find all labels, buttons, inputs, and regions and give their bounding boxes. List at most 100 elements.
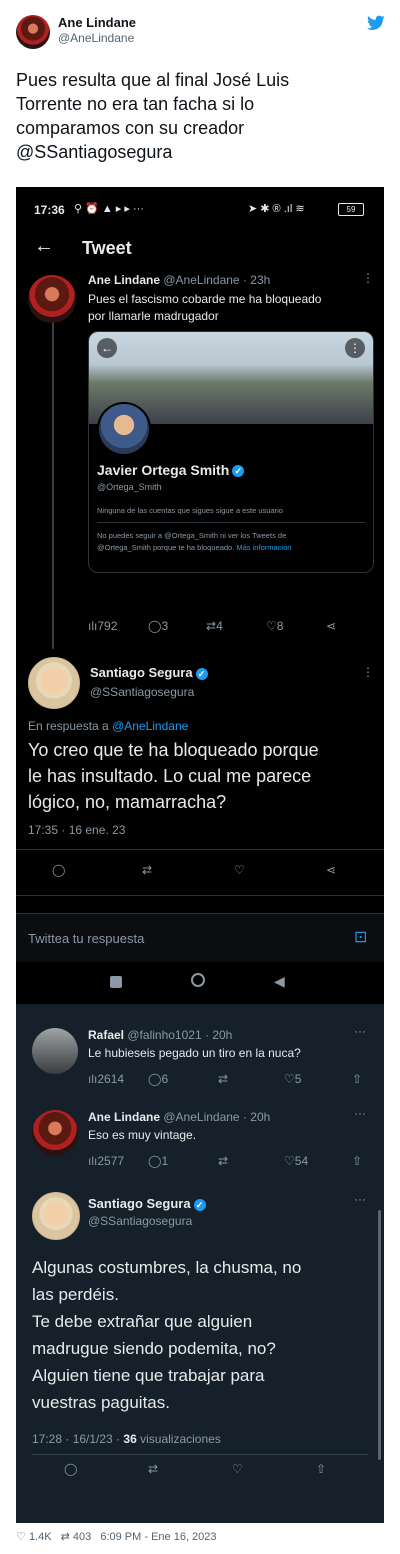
views-icon[interactable]: ılı 2614 <box>88 1072 124 1086</box>
blocked-notice: No puedes seguir a @Ortega_Smith ni ver … <box>97 530 291 554</box>
tweet-time: 20h <box>250 1110 271 1124</box>
author-handle[interactable]: @AneLindane <box>163 1110 239 1124</box>
back-arrow-icon[interactable]: ← <box>34 235 54 258</box>
tweet-header: Rafael @falinho1021 · 20h <box>88 1028 233 1042</box>
avatar[interactable] <box>97 402 151 456</box>
reply-prefix: En respuesta a <box>28 719 109 733</box>
more-info-link[interactable]: Más información <box>236 543 291 552</box>
profile-name: Javier Ortega Smith ✓ <box>97 462 245 478</box>
blocked-notice-line: @Ortega_Smith porque te ha bloqueado. <box>97 543 235 552</box>
share-icon[interactable]: ⇧ <box>352 1072 362 1086</box>
tweet-text-line: le has insultado. Lo cual me parece <box>28 766 312 786</box>
author-name-text: Santiago Segura <box>90 665 193 680</box>
tweet-actions: ılı 2614 ◯ 6 ⇄ ♡ 5 ⇧ <box>88 1072 378 1088</box>
more-options-icon[interactable]: ··· <box>354 1192 366 1206</box>
share-icon[interactable]: ⇧ <box>352 1154 362 1168</box>
retweet-icon[interactable]: ⇄ <box>61 1531 70 1543</box>
like-count: 5 <box>294 1072 302 1086</box>
retweet-icon[interactable]: ⇄ <box>142 863 152 877</box>
signal-icons: ➤ ✱ ® .ıl ≋ <box>248 203 305 215</box>
author-name[interactable]: Ane Lindane <box>88 1110 160 1124</box>
tweet-text-line: Pues el fascismo cobarde me ha bloqueado <box>88 292 322 306</box>
views-count: 2614 <box>97 1072 125 1086</box>
tweet-time: 20h <box>212 1028 233 1042</box>
tweet-actions: ◯ ⇄ ♡ ⇧ <box>64 1462 354 1480</box>
share-icon[interactable]: ⋖ <box>326 619 336 633</box>
divider <box>32 1454 368 1455</box>
tweet-header: Ane Lindane @AneLindane · 23h <box>88 273 271 287</box>
reply-count: 3 <box>161 619 169 633</box>
author-handle[interactable]: @falinho1021 <box>127 1028 201 1042</box>
tweet-text-line: Pues resulta que al final José Luis <box>16 70 290 90</box>
avatar[interactable] <box>32 1028 78 1074</box>
author-handle[interactable]: @AneLindane <box>58 31 134 45</box>
views-icon[interactable]: ılı 792 <box>88 619 117 633</box>
author-name[interactable]: Santiago Segura ✓ <box>88 1196 206 1211</box>
reply-icon[interactable]: ◯ 1 <box>148 1154 168 1168</box>
share-icon[interactable]: ⇧ <box>316 1462 326 1476</box>
like-icon[interactable]: ♡ <box>16 1531 26 1543</box>
like-icon[interactable]: ♡ 8 <box>266 619 283 633</box>
more-options-icon[interactable]: ⋮ <box>362 271 374 285</box>
reply-to-link[interactable]: @AneLindane <box>112 719 188 733</box>
camera-icon[interactable]: ⊡ <box>354 927 367 947</box>
recent-apps-icon[interactable] <box>110 976 122 988</box>
more-options-icon[interactable]: ··· <box>354 1024 366 1038</box>
retweet-icon[interactable]: ⇄ <box>148 1462 158 1476</box>
reply-icon[interactable]: ◯ <box>64 1462 77 1476</box>
like-count: 54 <box>294 1154 309 1168</box>
tweet-text-line: por llamarle madrugador <box>88 309 219 323</box>
tweet-text: Algunas costumbres, la chusma, no las pe… <box>32 1254 301 1416</box>
profile-card[interactable]: ← ⋮ Javier Ortega Smith ✓ @Ortega_Smith N… <box>88 331 374 573</box>
retweet-icon[interactable]: ⇄ <box>218 1072 228 1086</box>
author-handle[interactable]: @AneLindane <box>163 273 239 287</box>
author-handle[interactable]: @SSantiagosegura <box>90 685 194 699</box>
like-count: 8 <box>276 619 284 633</box>
author-name[interactable]: Santiago Segura ✓ <box>90 665 208 680</box>
tweet-timestamp: 17:35 · 16 ene. 23 <box>28 823 126 837</box>
reply-icon[interactable]: ◯ 3 <box>148 619 168 633</box>
timestamp-text: 17:28 · 16/1/23 · <box>32 1432 124 1446</box>
avatar[interactable] <box>16 15 50 49</box>
author-name-text: Santiago Segura <box>88 1196 191 1211</box>
reply-context: En respuesta a @AneLindane <box>28 719 188 733</box>
twitter-bird-icon[interactable] <box>367 15 385 31</box>
like-count: 1.4K <box>28 1531 52 1543</box>
tweet-header: Ane Lindane @AneLindane · 20h <box>88 1110 271 1124</box>
tweet-text-line: comparamos con su creador <box>16 118 245 138</box>
tweet-text-line: Te debe extrañar que alguien <box>32 1312 253 1331</box>
blocked-notice-line: No puedes seguir a @Ortega_Smith ni ver … <box>97 531 287 540</box>
author-name[interactable]: Ane Lindane <box>58 15 136 30</box>
avatar[interactable] <box>32 1110 78 1156</box>
retweet-icon[interactable]: ⇄ 4 <box>206 619 223 633</box>
author-name[interactable]: Ane Lindane <box>88 273 160 287</box>
like-icon[interactable]: ♡ 5 <box>284 1072 301 1086</box>
like-icon[interactable]: ♡ <box>234 863 245 877</box>
reply-input[interactable]: Twittea tu respuesta <box>28 931 144 946</box>
like-icon[interactable]: ♡ 54 <box>284 1154 308 1168</box>
author-handle[interactable]: @SSantiagosegura <box>88 1214 192 1228</box>
more-options-icon[interactable]: ⋮ <box>362 665 374 679</box>
tweet-text: Pues el fascismo cobarde me ha bloqueado… <box>88 291 321 325</box>
tweet-time: 6:09 PM - Ene 16, 2023 <box>100 1531 217 1543</box>
battery-icon: 59 <box>338 203 364 216</box>
reply-icon[interactable]: ◯ 6 <box>148 1072 168 1086</box>
profile-name-text: Javier Ortega Smith <box>97 462 230 478</box>
more-options-icon[interactable]: ⋮ <box>345 338 365 358</box>
like-icon[interactable]: ♡ <box>232 1462 243 1476</box>
reply-icon[interactable]: ◯ <box>52 863 65 877</box>
back-nav-icon[interactable]: ◀ <box>274 973 285 990</box>
status-time: 17:36 <box>34 203 65 217</box>
avatar[interactable] <box>28 657 80 709</box>
back-icon[interactable]: ← <box>97 338 117 358</box>
scrollbar[interactable] <box>378 1210 381 1460</box>
share-icon[interactable]: ⋖ <box>326 863 336 877</box>
author-name[interactable]: Rafael <box>88 1028 124 1042</box>
retweet-icon[interactable]: ⇄ <box>218 1154 228 1168</box>
views-icon[interactable]: ılı 2577 <box>88 1154 124 1168</box>
page-title: Tweet <box>82 238 132 258</box>
home-icon[interactable] <box>191 973 205 987</box>
more-options-icon[interactable]: ··· <box>354 1106 366 1120</box>
avatar[interactable] <box>32 1192 80 1240</box>
avatar[interactable] <box>28 275 76 323</box>
